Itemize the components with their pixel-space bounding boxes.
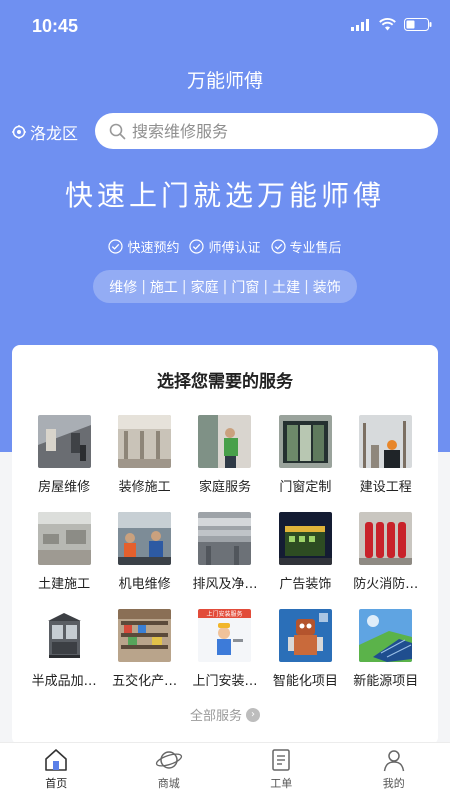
civil-works-thumb (37, 512, 91, 565)
service-label: 智能化项目 (272, 674, 338, 689)
home-icon (45, 749, 68, 771)
tab-label: 商城 (157, 777, 180, 790)
onsite-install-thumb: 上门安装服务 (198, 609, 252, 662)
fire-protection-thumb (359, 512, 413, 565)
services-grid: 房屋维修 装修施工 家庭服务 门窗定制 建设工程 土建施工 机电维修 排风及净…… (24, 415, 426, 689)
service-label: 房屋维修 (38, 480, 91, 495)
service-label: 广告装饰 (279, 577, 332, 592)
battery-icon (404, 18, 432, 31)
wifi-icon (379, 18, 396, 31)
service-label: 机电维修 (118, 577, 171, 592)
service-label: 装修施工 (118, 480, 171, 495)
service-mep-repair[interactable]: 机电维修 (104, 512, 184, 592)
service-window-door[interactable]: 门窗定制 (265, 415, 345, 495)
service-civil-works[interactable]: 土建施工 (24, 512, 104, 592)
all-services-link[interactable]: 全部服务 › (12, 705, 438, 724)
check-circle-icon (108, 239, 124, 254)
chevron-right-icon: › (246, 707, 260, 722)
tab-label: 我的 (382, 777, 405, 790)
all-services-label: 全部服务 (189, 709, 242, 724)
service-ventilation[interactable]: 排风及净… (185, 512, 265, 592)
thumb-banner-text: 上门安装服务 (207, 610, 243, 618)
check-circle-icon (270, 239, 286, 254)
renovation-thumb (118, 415, 172, 468)
service-label: 门窗定制 (279, 480, 332, 495)
search-input[interactable] (132, 121, 412, 141)
tab-label: 工单 (270, 777, 293, 790)
search-bar[interactable] (95, 113, 438, 149)
status-icons (351, 18, 432, 31)
service-label: 土建施工 (38, 577, 91, 592)
service-label: 家庭服务 (198, 480, 251, 495)
home-service-thumb (198, 415, 252, 468)
search-icon (109, 123, 126, 139)
status-time: 10:45 (32, 16, 79, 36)
status-bar: 10:45 (0, 0, 450, 52)
service-label: 新能源项目 (353, 674, 419, 689)
check-circle-icon (189, 239, 205, 254)
service-label: 上门安装… (192, 674, 258, 689)
service-onsite-install[interactable]: 上门安装服务 上门安装… (185, 609, 265, 689)
service-hardware-products[interactable]: 五交化产… (104, 609, 184, 689)
person-icon (383, 750, 404, 772)
tab-mall[interactable]: 商城 (113, 743, 226, 800)
hardware-products-thumb (118, 609, 172, 662)
feature-label: 专业售后 (289, 241, 342, 256)
service-label: 排风及净… (192, 577, 258, 592)
location-label: 洛龙区 (30, 124, 79, 143)
service-new-energy[interactable]: 新能源项目 (346, 609, 426, 689)
feature-label: 师傅认证 (208, 241, 261, 256)
service-label: 五交化产… (112, 674, 178, 689)
smart-project-thumb (278, 609, 332, 662)
service-house-repair[interactable]: 房屋维修 (24, 415, 104, 495)
category-tag[interactable]: 装饰 (309, 277, 345, 297)
feature-item: 快速预约 (108, 237, 179, 256)
construction-thumb (359, 415, 413, 468)
new-energy-thumb (359, 609, 413, 662)
service-home[interactable]: 家庭服务 (185, 415, 265, 495)
services-title: 选择您需要的服务 (157, 372, 293, 392)
category-tags: 维修 | 施工 | 家庭 | 门窗 | 土建 | 装饰 (93, 270, 357, 303)
location-selector[interactable]: 洛龙区 (12, 120, 78, 144)
house-repair-thumb (37, 415, 91, 468)
tab-label: 首页 (45, 777, 68, 790)
signal-icon (351, 18, 369, 31)
tab-home[interactable]: 首页 (0, 743, 113, 800)
service-fire-protection[interactable]: 防火消防… (346, 512, 426, 592)
service-label: 建设工程 (359, 480, 412, 495)
feature-item: 专业售后 (270, 237, 342, 256)
ad-decoration-thumb (278, 512, 332, 565)
bottom-tab-bar: 首页 商城 工单 我的 (0, 742, 450, 800)
page-title: 万能师傅 (186, 70, 263, 92)
category-tag[interactable]: 土建 (268, 277, 304, 297)
category-tag[interactable]: 门窗 (227, 277, 263, 297)
category-tag[interactable]: 施工 (146, 277, 182, 297)
feature-label: 快速预约 (127, 241, 180, 256)
document-icon (272, 749, 290, 771)
service-smart-project[interactable]: 智能化项目 (265, 609, 345, 689)
semi-finished-thumb (37, 609, 91, 662)
service-label: 防火消防… (353, 577, 419, 592)
tab-profile[interactable]: 我的 (338, 743, 450, 800)
category-tag[interactable]: 维修 (105, 277, 141, 297)
tab-work-order[interactable]: 工单 (225, 743, 338, 800)
service-semi-finished[interactable]: 半成品加… (24, 609, 104, 689)
category-tag[interactable]: 家庭 (187, 277, 223, 297)
service-label: 半成品加… (31, 674, 97, 689)
feature-item: 师傅认证 (189, 237, 261, 256)
service-construction[interactable]: 建设工程 (346, 415, 426, 495)
planet-icon (155, 751, 182, 769)
hero-slogan: 快速上门就选万能师傅 (64, 179, 385, 212)
feature-list: 快速预约 师傅认证 专业售后 (0, 237, 450, 256)
services-card: 选择您需要的服务 房屋维修 装修施工 家庭服务 门窗定制 建设工程 土建施工 机… (12, 345, 438, 745)
location-pin-icon (12, 125, 26, 139)
service-renovation[interactable]: 装修施工 (104, 415, 184, 495)
service-ad-decoration[interactable]: 广告装饰 (265, 512, 345, 592)
mep-repair-thumb (118, 512, 172, 565)
ventilation-thumb (198, 512, 252, 565)
window-door-thumb (278, 415, 332, 468)
